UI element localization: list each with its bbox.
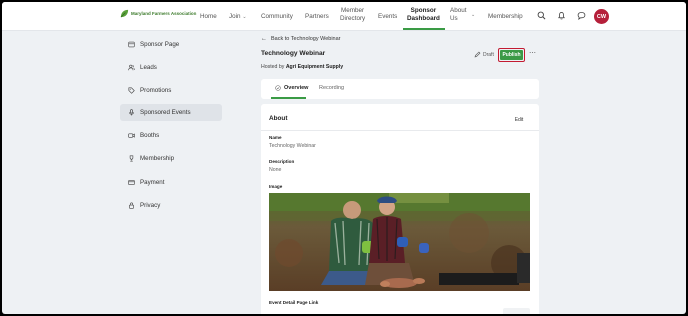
active-tab-indicator — [271, 97, 306, 99]
tab-recording-label: Recording — [319, 85, 345, 91]
sidebar-item-label: Membership — [140, 155, 175, 162]
sidebar-item-booths[interactable]: Booths — [120, 127, 222, 144]
description-label: Description — [269, 159, 295, 164]
hosted-by: Hosted by Agri Equipment Supply — [261, 64, 343, 70]
sidebar-item-sponsor-page[interactable]: Sponsor Page — [120, 36, 222, 53]
check-circle-icon — [275, 85, 281, 91]
search-icon[interactable] — [537, 11, 546, 20]
top-navigation-bar: Maryland Farmers Association Home Join ⌄… — [2, 2, 686, 31]
page-title: Technology Webinar — [261, 50, 326, 57]
lock-icon — [129, 202, 134, 209]
nav-member-directory[interactable]: Member Directory — [340, 7, 365, 23]
credit-card-icon — [128, 180, 135, 185]
image-label: Image — [269, 184, 283, 189]
sidebar-item-leads[interactable]: Leads — [120, 59, 222, 76]
description-value: None — [269, 167, 282, 173]
sidebar-item-label: Sponsored Events — [140, 109, 191, 116]
tab-recording[interactable]: Recording — [319, 85, 344, 91]
chevron-down-icon[interactable]: ⌄ — [471, 12, 475, 18]
edit-button[interactable]: Edit — [507, 113, 531, 126]
nav-community[interactable]: Community — [261, 13, 293, 21]
hosted-by-prefix: Hosted by — [261, 64, 285, 70]
nav-sponsor-dashboard-line1: Sponsor — [410, 7, 437, 14]
nav-about-us[interactable]: About Us — [450, 7, 466, 23]
sidebar-item-promotions[interactable]: Promotions — [120, 82, 222, 99]
sidebar-item-label: Booths — [140, 132, 160, 139]
nav-partners[interactable]: Partners — [305, 13, 329, 21]
publish-button[interactable]: Publish — [498, 48, 525, 62]
copy-link-button[interactable] — [503, 308, 530, 314]
tab-overview[interactable]: Overview — [275, 85, 308, 91]
about-card: About Edit Name Technology Webinar Descr… — [261, 104, 539, 314]
sidebar-item-label: Sponsor Page — [140, 41, 180, 48]
chat-icon[interactable] — [577, 11, 586, 20]
event-image — [269, 193, 530, 291]
sidebar-item-label: Payment — [140, 179, 165, 186]
event-photo-illustration — [269, 193, 530, 291]
microphone-icon — [129, 109, 134, 116]
back-link[interactable]: ← Back to Technology Webinar — [261, 36, 341, 42]
more-options-icon[interactable]: ⋯ — [527, 50, 538, 60]
nav-join-label: Join — [229, 13, 241, 20]
tabs-bar: Overview Recording — [261, 79, 539, 99]
sidebar-item-sponsored-events[interactable]: Sponsored Events — [120, 104, 222, 121]
active-nav-indicator — [403, 28, 445, 30]
sidebar-item-label: Promotions — [140, 87, 172, 94]
event-link-label: Event Detail Page Link — [269, 300, 319, 305]
trophy-icon — [129, 155, 134, 162]
logo-text: Maryland Farmers Association — [131, 11, 197, 16]
tag-icon — [128, 87, 135, 94]
app-window: Maryland Farmers Association Home Join ⌄… — [2, 2, 686, 314]
tab-overview-label: Overview — [284, 85, 309, 91]
avatar[interactable]: CW — [594, 9, 609, 24]
chevron-down-icon: ⌄ — [242, 14, 247, 20]
name-value: Technology Webinar — [269, 143, 316, 149]
bell-icon[interactable] — [557, 11, 566, 20]
nav-member-directory-line1: Member — [341, 7, 365, 14]
sidebar-item-label: Leads — [140, 64, 157, 71]
draft-label: Draft — [483, 51, 494, 58]
users-icon — [128, 64, 135, 71]
nav-sponsor-dashboard-line2: Dashboard — [407, 15, 440, 22]
video-icon — [128, 133, 135, 138]
draft-status[interactable]: Draft — [474, 51, 494, 58]
publish-button-label: Publish — [500, 50, 523, 60]
hosted-by-sponsor: Agri Equipment Supply — [285, 64, 344, 70]
divider — [261, 130, 539, 131]
nav-about-us-line1: About — [450, 7, 467, 14]
sidebar-item-membership[interactable]: Membership — [120, 150, 222, 167]
page-icon — [128, 41, 135, 48]
nav-membership[interactable]: Membership — [488, 13, 523, 21]
nav-home[interactable]: Home — [200, 13, 217, 21]
nav-member-directory-line2: Directory — [340, 15, 366, 22]
arrow-left-icon: ← — [261, 36, 267, 42]
nav-join[interactable]: Join ⌄ — [229, 13, 247, 21]
sidebar-item-privacy[interactable]: Privacy — [120, 197, 222, 214]
back-link-label: Back to Technology Webinar — [271, 36, 341, 42]
sidebar-item-label: Privacy — [140, 202, 161, 209]
site-logo[interactable]: Maryland Farmers Association — [120, 9, 196, 18]
sidebar-item-payment[interactable]: Payment — [120, 174, 222, 191]
nav-events[interactable]: Events — [378, 13, 397, 21]
nav-about-us-line2: Us — [450, 15, 458, 22]
name-label: Name — [269, 135, 282, 140]
about-heading: About — [269, 115, 288, 122]
pencil-icon — [474, 51, 481, 58]
nav-sponsor-dashboard[interactable]: Sponsor Dashboard — [407, 7, 440, 23]
leaf-icon — [120, 9, 129, 18]
